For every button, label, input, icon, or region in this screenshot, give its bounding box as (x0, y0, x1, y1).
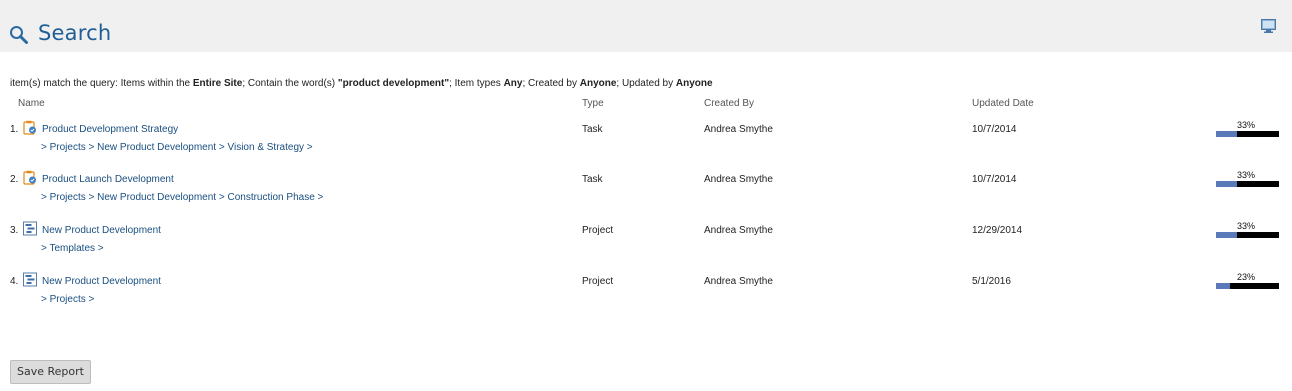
column-header-created-by[interactable]: Created By (704, 98, 754, 109)
result-type: Project (582, 225, 614, 236)
result-type: Task (582, 124, 603, 135)
result-updated-date: 12/29/2014 (972, 225, 1023, 236)
result-number: 3. (10, 225, 19, 236)
progress-fill (1216, 181, 1237, 187)
result-type: Task (582, 174, 603, 185)
result-updated-date: 10/7/2014 (972, 124, 1017, 135)
project-icon (23, 221, 37, 236)
progress-indicator: 23% (1216, 272, 1280, 290)
task-icon (23, 120, 37, 135)
result-created-by: Andrea Smythe (704, 225, 773, 236)
result-name-link[interactable]: New Product Development (42, 225, 161, 236)
result-created-by: Andrea Smythe (704, 124, 773, 135)
monitor-icon[interactable] (1261, 19, 1276, 33)
result-name-link[interactable]: Product Launch Development (42, 174, 174, 185)
progress-indicator: 33% (1216, 120, 1280, 138)
result-path-link[interactable]: > Projects > (41, 294, 94, 305)
result-updated-date: 10/7/2014 (972, 174, 1017, 185)
page-header: Search (0, 0, 1292, 52)
progress-fill (1216, 232, 1237, 238)
progress-track (1216, 181, 1279, 187)
progress-indicator: 33% (1216, 170, 1280, 188)
result-number: 4. (10, 276, 19, 287)
result-row: 1. Product Development Strategy > Projects… (0, 120, 1292, 174)
progress-fill (1216, 131, 1237, 137)
progress-label: 33% (1237, 221, 1256, 231)
result-updated-date: 5/1/2016 (972, 276, 1011, 287)
result-path-link[interactable]: > Projects > New Product Development > C… (41, 192, 323, 203)
result-name-link[interactable]: Product Development Strategy (42, 124, 178, 135)
progress-label: 23% (1237, 272, 1256, 282)
progress-track (1216, 232, 1279, 238)
progress-label: 33% (1237, 170, 1256, 180)
result-path-link[interactable]: > Projects > New Product Development > V… (41, 142, 313, 153)
task-icon (23, 170, 37, 185)
progress-label: 33% (1237, 120, 1256, 130)
column-header-type[interactable]: Type (582, 98, 604, 109)
column-header-name[interactable]: Name (18, 98, 45, 109)
column-header-updated-date[interactable]: Updated Date (972, 98, 1034, 109)
progress-indicator: 33% (1216, 221, 1280, 239)
result-name-link[interactable]: New Product Development (42, 276, 161, 287)
result-type: Project (582, 276, 614, 287)
result-created-by: Andrea Smythe (704, 174, 773, 185)
page-title: Search (38, 21, 112, 45)
result-row: 2. Product Launch Development > Projects >… (0, 170, 1292, 224)
query-summary: item(s) match the query: Items within th… (10, 78, 713, 89)
result-number: 1. (10, 124, 19, 135)
result-row: 4. New Product Development > Projects > Pro… (0, 272, 1292, 326)
progress-track (1216, 283, 1279, 289)
result-created-by: Andrea Smythe (704, 276, 773, 287)
result-path-link[interactable]: > Templates > (41, 243, 104, 254)
search-icon (10, 26, 28, 44)
save-report-button[interactable]: Save Report (10, 360, 91, 384)
project-icon (23, 272, 37, 287)
progress-fill (1216, 283, 1230, 289)
result-row: 3. New Product Development > Templates > Pr… (0, 221, 1292, 275)
result-number: 2. (10, 174, 19, 185)
progress-track (1216, 131, 1279, 137)
